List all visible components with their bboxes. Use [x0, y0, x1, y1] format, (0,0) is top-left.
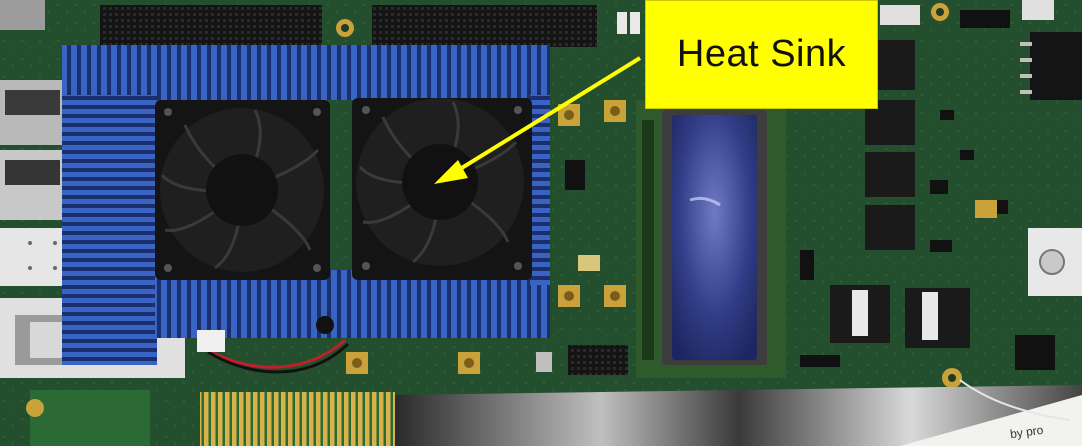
fmc-connector-right [372, 5, 597, 47]
photo-stage: Heat Sink by pro [0, 0, 1082, 446]
fan-right [352, 98, 532, 280]
pcie-edge-fingers [200, 392, 395, 446]
callout-label: Heat Sink [676, 33, 847, 75]
circuit-board-photo [0, 0, 1082, 446]
heat-sink-callout: Heat Sink [645, 0, 878, 109]
pin-header [568, 345, 628, 375]
inductor-3 [865, 152, 915, 197]
heat-sink-left-fins [62, 95, 157, 365]
inductor-4 [865, 205, 915, 250]
lcd-screen [672, 115, 757, 360]
heat-sink-top-fins [62, 45, 550, 100]
left-connector-top [0, 0, 45, 30]
ic-chip [1015, 335, 1055, 370]
fmc-connector-left [100, 5, 322, 47]
fan-left [155, 100, 330, 280]
fan-connector [197, 330, 225, 352]
power-connector [1030, 32, 1082, 100]
heat-sink-bottom-fins [155, 270, 550, 338]
